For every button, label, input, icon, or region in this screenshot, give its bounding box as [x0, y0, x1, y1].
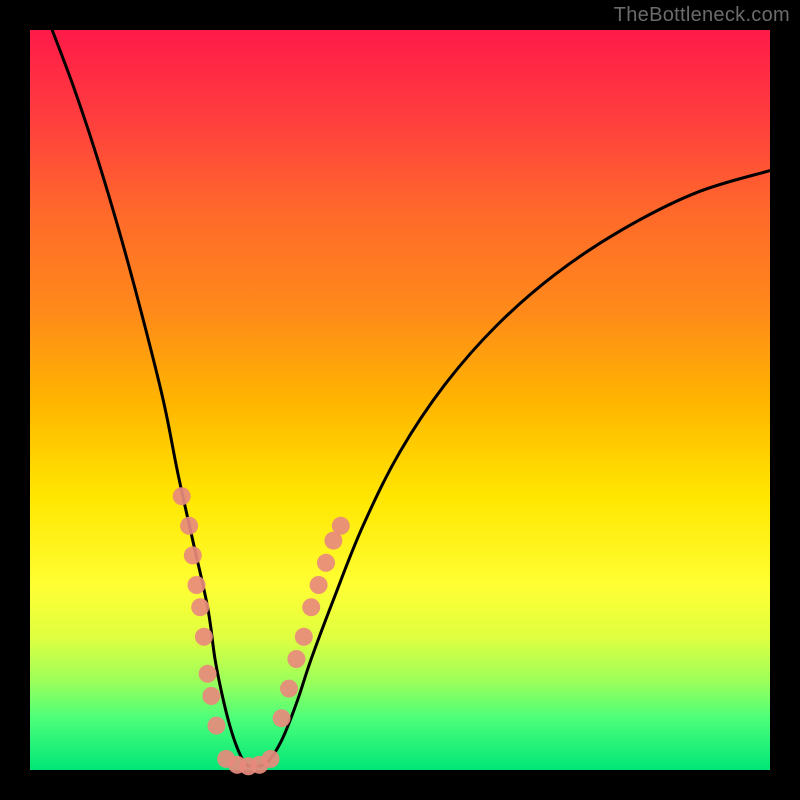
- bottleneck-curve: [52, 30, 770, 766]
- marker-dot: [173, 487, 191, 505]
- marker-dot: [207, 717, 225, 735]
- marker-dot: [317, 554, 335, 572]
- marker-dot: [195, 628, 213, 646]
- curve-layer: [52, 30, 770, 766]
- marker-dot: [202, 687, 220, 705]
- marker-dot: [302, 598, 320, 616]
- marker-layer: [173, 487, 350, 775]
- marker-dot: [188, 576, 206, 594]
- marker-dot: [310, 576, 328, 594]
- watermark-text: TheBottleneck.com: [614, 4, 790, 27]
- marker-dot: [287, 650, 305, 668]
- marker-dot: [295, 628, 313, 646]
- chart-stage: TheBottleneck.com: [0, 0, 800, 800]
- marker-dot: [262, 750, 280, 768]
- marker-dot: [273, 709, 291, 727]
- marker-dot: [184, 546, 202, 564]
- marker-dot: [180, 517, 198, 535]
- marker-dot: [199, 665, 217, 683]
- marker-dot: [280, 680, 298, 698]
- marker-dot: [191, 598, 209, 616]
- marker-dot: [332, 517, 350, 535]
- chart-svg: [30, 30, 770, 770]
